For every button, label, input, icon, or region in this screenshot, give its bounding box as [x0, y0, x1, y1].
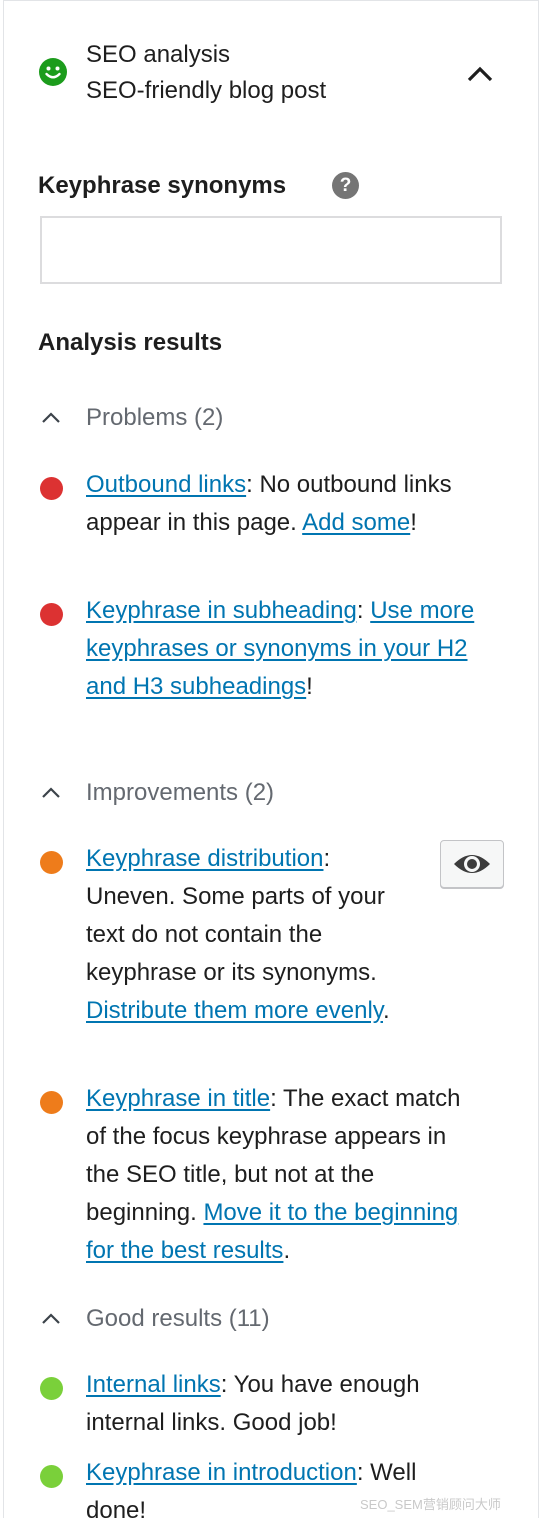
result-message: ! — [306, 673, 313, 700]
synonyms-label: Keyphrase synonyms — [38, 172, 287, 199]
result-link[interactable]: Keyphrase in subheading — [86, 597, 357, 624]
result-text: Outbound links: No outbound links appear… — [86, 466, 482, 542]
watermark: SEO_SEM营销顾问大师 — [360, 1497, 501, 1512]
result-text: Keyphrase distribution: Uneven. Some par… — [86, 840, 392, 1030]
result-text: Keyphrase in introduction: Well done! — [86, 1454, 482, 1530]
status-dot-icon — [40, 1377, 63, 1400]
result-link[interactable]: Keyphrase in introduction — [86, 1459, 357, 1486]
seo-analysis-header[interactable]: SEO analysis SEO-friendly blog post — [38, 38, 508, 110]
chevron-up-icon — [467, 66, 493, 82]
result-link[interactable]: Keyphrase in title — [86, 1085, 270, 1112]
result-message: . — [383, 997, 390, 1024]
group-label: Improvements (2) — [86, 779, 275, 806]
eye-icon — [454, 855, 490, 873]
status-dot-icon — [40, 1091, 63, 1114]
result-text: Keyphrase in subheading: Use more keyphr… — [86, 592, 482, 706]
highlight-toggle-button[interactable] — [440, 840, 504, 888]
help-icon[interactable]: ? — [332, 172, 359, 199]
group-toggle-improvements[interactable]: Improvements (2) — [38, 775, 274, 811]
result-link[interactable]: Keyphrase distribution — [86, 845, 323, 872]
result-message: . — [283, 1237, 291, 1264]
status-dot-icon — [40, 603, 63, 626]
result-message: ! — [410, 509, 417, 536]
chevron-up-icon — [42, 787, 60, 798]
panel-subtitle: SEO-friendly blog post — [86, 77, 327, 104]
group-label: Problems (2) — [86, 404, 224, 431]
group-toggle-problems[interactable]: Problems (2) — [38, 400, 223, 436]
group-toggle-good-results[interactable]: Good results (11) — [38, 1301, 270, 1337]
result-text: Keyphrase in title: The exact match of t… — [86, 1080, 482, 1270]
smiley-good-icon — [39, 58, 67, 86]
result-message: : — [356, 597, 371, 624]
result-link[interactable]: Distribute them more evenly — [86, 997, 383, 1024]
collapse-button[interactable] — [463, 58, 497, 92]
chevron-up-icon — [42, 1313, 60, 1324]
group-label: Good results (11) — [86, 1305, 270, 1332]
result-link[interactable]: Outbound links — [86, 471, 246, 498]
status-dot-icon — [40, 477, 63, 500]
chevron-up-icon — [42, 412, 60, 423]
result-text: Internal links: You have enough internal… — [86, 1366, 482, 1442]
status-dot-icon — [40, 1465, 63, 1488]
panel-title: SEO analysis — [86, 41, 231, 68]
status-dot-icon — [40, 851, 63, 874]
result-link[interactable]: Add some — [302, 509, 410, 536]
analysis-results-title: Analysis results — [38, 329, 223, 356]
synonyms-input[interactable] — [40, 216, 502, 284]
result-link[interactable]: Internal links — [86, 1371, 221, 1398]
